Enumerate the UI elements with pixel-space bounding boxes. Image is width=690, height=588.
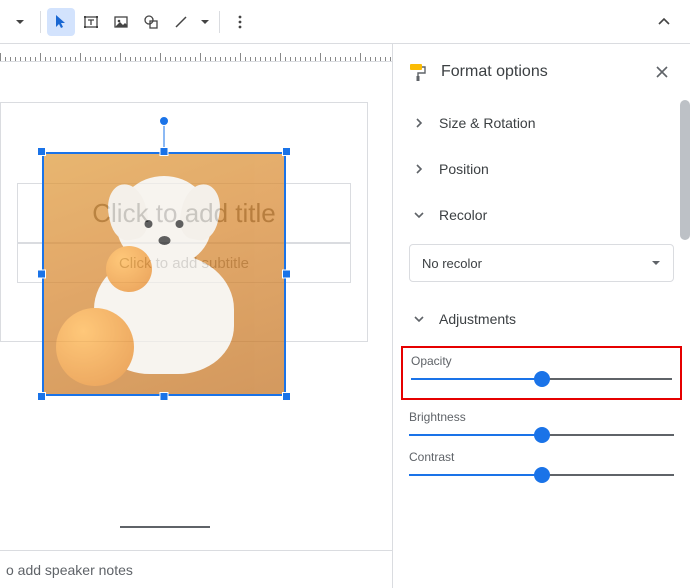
close-panel-button[interactable] (648, 58, 676, 86)
image-icon (113, 14, 129, 30)
section-label: Position (431, 161, 676, 177)
chevron-down-icon (407, 313, 431, 325)
brightness-label: Brightness (409, 410, 674, 424)
shape-tool-button[interactable] (137, 8, 165, 36)
section-label: Adjustments (431, 311, 676, 327)
toolbar (0, 0, 690, 44)
line-tool-button[interactable] (167, 8, 195, 36)
recolor-dropdown[interactable]: No recolor (409, 244, 674, 282)
opacity-label: Opacity (411, 354, 672, 368)
recolor-value: No recolor (422, 256, 482, 271)
contrast-label: Contrast (409, 450, 674, 464)
panel-title: Format options (441, 63, 648, 81)
slider-fill (409, 434, 542, 436)
caret-down-icon (200, 17, 210, 27)
section-position[interactable]: Position (407, 146, 676, 192)
panel-scrollbar[interactable] (680, 100, 690, 588)
chevron-right-icon (407, 163, 431, 175)
speaker-notes-bar[interactable]: o add speaker notes (0, 550, 392, 588)
slider-fill (409, 474, 542, 476)
paint-roller-icon (407, 62, 427, 82)
textbox-icon (83, 14, 99, 30)
chevron-right-icon (407, 117, 431, 129)
textbox-tool-button[interactable] (77, 8, 105, 36)
more-tools-button[interactable] (226, 8, 254, 36)
notes-resize-handle[interactable] (120, 526, 210, 528)
caret-down-icon (15, 17, 25, 27)
resize-handle-ne[interactable] (282, 147, 291, 156)
panel-body: Size & Rotation Position Recolor No reco… (393, 100, 690, 588)
cursor-icon (53, 14, 69, 30)
resize-handle-nw[interactable] (37, 147, 46, 156)
chevron-up-icon (657, 15, 671, 29)
line-icon (173, 14, 189, 30)
horizontal-ruler (0, 44, 392, 62)
section-size-rotation[interactable]: Size & Rotation (407, 100, 676, 146)
more-vert-icon (232, 14, 248, 30)
opacity-slider[interactable] (411, 378, 672, 380)
contrast-slider-group: Contrast (409, 450, 674, 476)
resize-handle-se[interactable] (282, 392, 291, 401)
contrast-slider[interactable] (409, 474, 674, 476)
resize-handle-sw[interactable] (37, 392, 46, 401)
chevron-down-icon (407, 209, 431, 221)
opacity-slider-group: Opacity (411, 354, 672, 380)
image-tool-button[interactable] (107, 8, 135, 36)
panel-header: Format options (393, 44, 690, 100)
toolbar-separator (219, 11, 220, 33)
shape-icon (143, 14, 159, 30)
canvas-area: Click to add title Click to add subtitle (0, 44, 392, 588)
resize-handle-s[interactable] (160, 392, 169, 401)
slider-thumb[interactable] (534, 427, 550, 443)
resize-handle-n[interactable] (160, 147, 169, 156)
toolbar-more-dropdown[interactable] (6, 8, 34, 36)
selected-image[interactable] (42, 152, 286, 396)
speaker-notes-placeholder: o add speaker notes (6, 562, 133, 578)
scrollbar-thumb[interactable] (680, 100, 690, 240)
select-tool-button[interactable] (47, 8, 75, 36)
rotation-handle[interactable] (159, 116, 169, 126)
section-recolor[interactable]: Recolor (407, 192, 676, 238)
section-label: Recolor (431, 207, 676, 223)
collapse-toolbar-button[interactable] (650, 8, 678, 36)
brightness-slider-group: Brightness (409, 410, 674, 436)
section-label: Size & Rotation (431, 115, 676, 131)
opacity-highlight-box: Opacity (401, 346, 682, 400)
caret-down-icon (651, 256, 661, 271)
slider-thumb[interactable] (534, 467, 550, 483)
resize-handle-w[interactable] (37, 270, 46, 279)
brightness-slider[interactable] (409, 434, 674, 436)
line-dropdown-button[interactable] (197, 8, 213, 36)
slider-thumb[interactable] (534, 371, 550, 387)
section-adjustments[interactable]: Adjustments (407, 296, 676, 342)
resize-handle-e[interactable] (282, 270, 291, 279)
rotation-line (164, 124, 165, 148)
close-icon (655, 65, 669, 79)
image-content (42, 152, 286, 396)
toolbar-separator (40, 11, 41, 33)
slider-fill (411, 378, 542, 380)
format-options-panel: Format options Size & Rotation Position (392, 44, 690, 588)
